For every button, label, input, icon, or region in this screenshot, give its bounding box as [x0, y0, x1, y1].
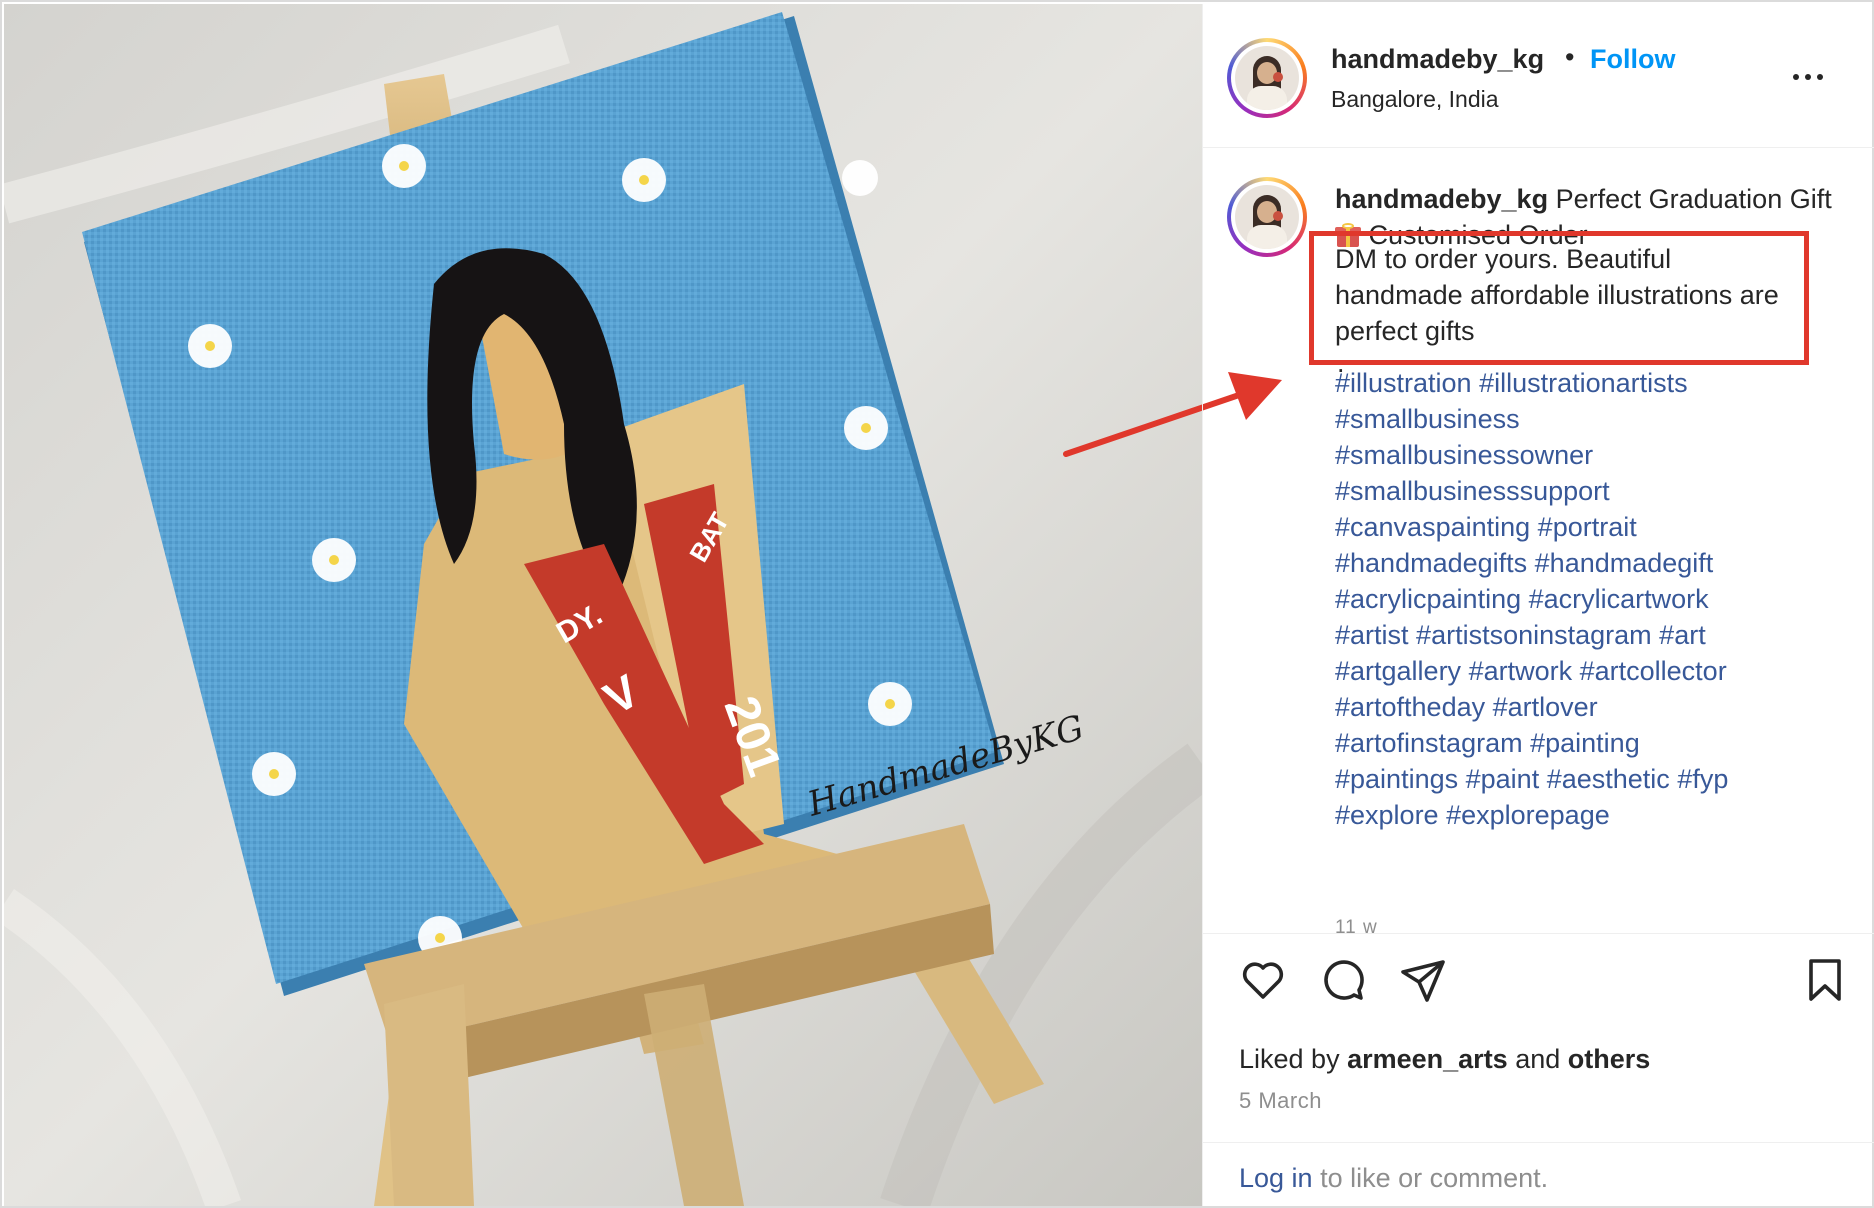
likes-prefix: Liked by	[1239, 1044, 1340, 1074]
hashtag-link[interactable]: #artlover	[1493, 692, 1598, 722]
hashtag-link[interactable]: #art	[1659, 620, 1706, 650]
login-link[interactable]: Log in	[1239, 1163, 1313, 1193]
hashtag-link[interactable]: #acrylicpainting	[1335, 584, 1521, 614]
hashtag-link[interactable]: #artofinstagram	[1335, 728, 1523, 758]
avatar[interactable]	[1227, 38, 1307, 118]
liker-username-link[interactable]: armeen_arts	[1347, 1044, 1508, 1074]
post-age[interactable]: 11 w	[1335, 917, 1378, 933]
hashtag-link[interactable]: #fyp	[1677, 764, 1728, 794]
likes-conj: and	[1515, 1044, 1561, 1074]
hashtag-line: #illustration #illustrationartists	[1335, 365, 1855, 401]
hashtag-link[interactable]: #artcollector	[1580, 656, 1727, 686]
hashtag-link[interactable]: #handmadegift	[1535, 548, 1714, 578]
send-icon[interactable]	[1399, 956, 1447, 1004]
hashtag-link[interactable]: #painting	[1530, 728, 1640, 758]
comment-icon[interactable]	[1319, 956, 1367, 1004]
highlighted-caption-text: DM to order yours. Beautiful handmade af…	[1335, 244, 1779, 346]
hashtag-line: #artoftheday #artlover	[1335, 689, 1855, 725]
hashtag-link[interactable]: #illustrationartists	[1479, 368, 1688, 398]
hashtag-link[interactable]: #artist	[1335, 620, 1409, 650]
hashtag-link[interactable]: #smallbusinesssupport	[1335, 476, 1610, 506]
bookmark-icon[interactable]	[1801, 956, 1849, 1004]
hashtag-line: #smallbusiness	[1335, 401, 1855, 437]
hashtag-line: #artofinstagram #painting	[1335, 725, 1855, 761]
hashtag-line: #canvaspainting #portrait	[1335, 509, 1855, 545]
hashtag-link[interactable]: #artgallery	[1335, 656, 1461, 686]
hashtag-line: #acrylicpainting #acrylicartwork	[1335, 581, 1855, 617]
hashtag-link[interactable]: #paint	[1466, 764, 1540, 794]
post-side-panel: handmadeby_kg • Follow Bangalore, India …	[1202, 4, 1874, 1206]
hashtag-list: #illustration #illustrationartists #smal…	[1335, 365, 1855, 833]
hashtag-link[interactable]: #handmadegifts	[1335, 548, 1527, 578]
hashtag-line: #paintings #paint #aesthetic #fyp	[1335, 761, 1855, 797]
likes-others-link[interactable]: others	[1568, 1044, 1651, 1074]
post-date[interactable]: 5 March	[1239, 1088, 1322, 1114]
caption-area[interactable]: handmadeby_kg Perfect Graduation Gift Cu…	[1203, 149, 1874, 934]
hashtag-link[interactable]: #explorepage	[1446, 800, 1610, 830]
hashtag-line: #artgallery #artwork #artcollector	[1335, 653, 1855, 689]
hashtag-link[interactable]: #portrait	[1538, 512, 1637, 542]
hashtag-link[interactable]: #explore	[1335, 800, 1439, 830]
location-link[interactable]: Bangalore, India	[1331, 86, 1499, 113]
heart-icon[interactable]	[1239, 956, 1287, 1004]
canvas-painting-image: DY. V BAT 201 HandmadeByKG	[4, 4, 1202, 1206]
login-prompt: Log in to like or comment.	[1239, 1163, 1548, 1194]
caption-username-link[interactable]: handmadeby_kg	[1335, 184, 1548, 214]
post-photo[interactable]: DY. V BAT 201 HandmadeByKG	[4, 4, 1202, 1206]
hashtag-link[interactable]: #artoftheday	[1335, 692, 1485, 722]
hashtag-link[interactable]: #artistsoninstagram	[1416, 620, 1652, 650]
header-username-link[interactable]: handmadeby_kg	[1331, 44, 1544, 75]
caption-avatar[interactable]	[1227, 177, 1307, 257]
follow-button[interactable]: Follow	[1590, 44, 1675, 75]
login-bar: Log in to like or comment.	[1203, 1142, 1874, 1206]
instagram-post: DY. V BAT 201 HandmadeByKG handmadeby_kg…	[0, 0, 1874, 1208]
header-separator: •	[1565, 42, 1575, 72]
hashtag-link[interactable]: #illustration	[1335, 368, 1472, 398]
hashtag-link[interactable]: #canvaspainting	[1335, 512, 1530, 542]
hashtag-line: #smallbusinesssupport	[1335, 473, 1855, 509]
caption-title-part1: Perfect Graduation Gift	[1555, 184, 1832, 214]
hashtag-link[interactable]: #acrylicartwork	[1529, 584, 1709, 614]
hashtag-line: #explore #explorepage	[1335, 797, 1855, 833]
hashtag-link[interactable]: #aesthetic	[1547, 764, 1670, 794]
hashtag-line: #artist #artistsoninstagram #art	[1335, 617, 1855, 653]
hashtag-link[interactable]: #paintings	[1335, 764, 1458, 794]
hashtag-link[interactable]: #smallbusinessowner	[1335, 440, 1593, 470]
more-horizontal-icon[interactable]	[1793, 62, 1837, 92]
action-bar	[1203, 948, 1874, 1008]
login-rest-text: to like or comment.	[1320, 1163, 1549, 1193]
hashtag-line: #smallbusinessowner	[1335, 437, 1855, 473]
likes-summary: Liked by armeen_arts and others	[1239, 1044, 1650, 1075]
hashtag-line: #handmadegifts #handmadegift	[1335, 545, 1855, 581]
hashtag-link[interactable]: #artwork	[1469, 656, 1573, 686]
hashtag-link[interactable]: #smallbusiness	[1335, 404, 1520, 434]
post-header: handmadeby_kg • Follow Bangalore, India	[1203, 4, 1874, 148]
